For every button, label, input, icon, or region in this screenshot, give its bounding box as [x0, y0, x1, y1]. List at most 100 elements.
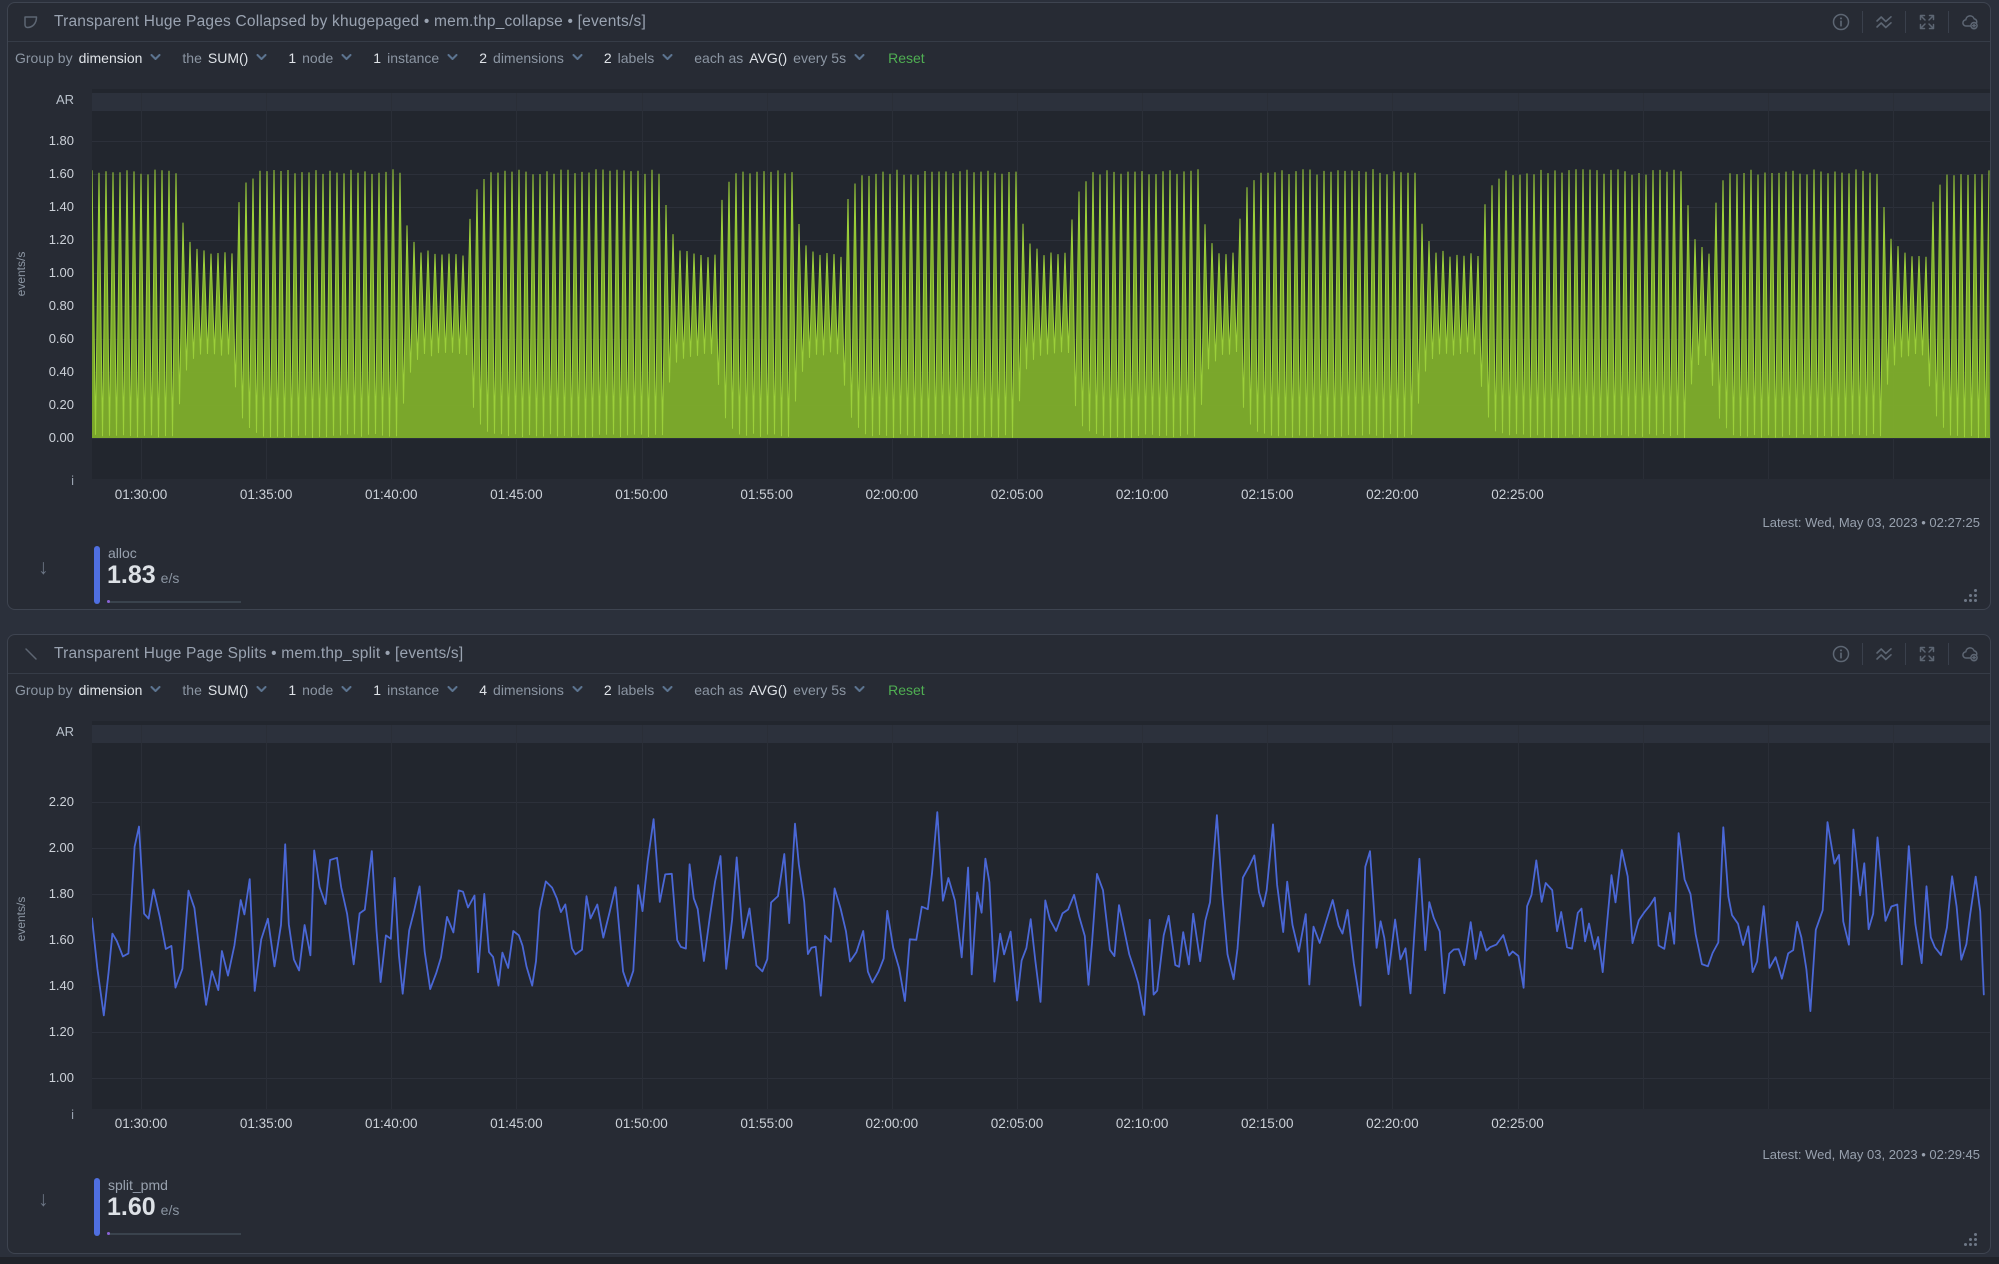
- dimension-color-bar: [94, 546, 100, 604]
- toolbar-dropdown-2-labels[interactable]: 2 labels: [604, 682, 673, 698]
- dropdown-suffix: dimensions: [493, 50, 564, 66]
- toolbar-dropdown-avg-every5s[interactable]: each asAVG()every 5s: [694, 50, 865, 66]
- dropdown-prefix: Group by: [15, 50, 73, 66]
- dimension-unit: e/s: [161, 570, 180, 586]
- toolbar-dropdown-avg-every5s[interactable]: each asAVG()every 5s: [694, 682, 865, 698]
- fullscreen-icon[interactable]: [1917, 644, 1937, 664]
- plot-area[interactable]: [92, 89, 1990, 479]
- toolbar-dropdown-1-instance[interactable]: 1instance: [373, 50, 458, 66]
- dropdown-value: 1: [373, 682, 381, 698]
- area-chart-icon[interactable]: [21, 12, 41, 32]
- dimension-name[interactable]: split_pmd: [108, 1177, 168, 1193]
- dropdown-suffix: labels: [618, 50, 655, 66]
- divider: [1905, 11, 1906, 33]
- toolbar-dropdown-1-node[interactable]: 1node: [288, 682, 352, 698]
- plot-area[interactable]: [92, 721, 1990, 1109]
- dropdown-value: AVG(): [749, 50, 787, 66]
- latest-timestamp: Latest: Wed, May 03, 2023 • 02:27:25: [1762, 515, 1980, 530]
- toolbar-dropdown-1-node[interactable]: 1node: [288, 50, 352, 66]
- divider: [1948, 11, 1949, 33]
- cloud-add-icon[interactable]: [1960, 12, 1980, 32]
- dropdown-value: 2: [604, 682, 612, 698]
- fullscreen-icon[interactable]: [1917, 12, 1937, 32]
- chart-actions: [1831, 3, 1980, 41]
- divider: [1948, 643, 1949, 665]
- chevron-down-icon: [150, 54, 161, 61]
- chart-title: Transparent Huge Pages Collapsed by khug…: [54, 13, 646, 31]
- x-tick-label: 01:35:00: [240, 487, 293, 502]
- chart-toolbar: Group bydimensiontheSUM()1node1instance4…: [8, 674, 1990, 705]
- x-tick-label: 02:10:00: [1116, 1116, 1169, 1131]
- chevron-down-icon: [662, 686, 673, 693]
- x-tick-label: 01:30:00: [115, 487, 168, 502]
- x-tick-label: 01:50:00: [615, 487, 668, 502]
- y-tick-label: 1.00: [8, 1070, 74, 1085]
- dropdown-value: 1: [288, 50, 296, 66]
- chart-title: Transparent Huge Page Splits • mem.thp_s…: [54, 645, 463, 663]
- info-icon[interactable]: [1831, 12, 1851, 32]
- line-chart-icon[interactable]: [21, 644, 41, 664]
- dimension-name[interactable]: alloc: [108, 545, 137, 561]
- toolbar-dropdown-dimension[interactable]: Group by dimension: [15, 50, 161, 66]
- x-tick-label: 01:50:00: [615, 1116, 668, 1131]
- chart-card-thp-split: Transparent Huge Page Splits • mem.thp_s…: [7, 634, 1991, 1254]
- info-ribbon-label: i: [8, 1107, 74, 1122]
- toolbar-dropdown-4-dimensions[interactable]: 4dimensions: [479, 682, 583, 698]
- dropdown-value: dimension: [79, 50, 143, 66]
- dropdown-suffix: instance: [387, 50, 439, 66]
- x-tick-label: 02:25:00: [1491, 487, 1544, 502]
- reset-button[interactable]: Reset: [888, 682, 925, 698]
- toolbar-dropdown-1-instance[interactable]: 1instance: [373, 682, 458, 698]
- x-tick-label: 01:55:00: [740, 1116, 793, 1131]
- legend-progress-track: [108, 1233, 241, 1235]
- cloud-add-icon[interactable]: [1960, 644, 1980, 664]
- chevron-down-icon: [662, 54, 673, 61]
- toolbar-dropdown-2-labels[interactable]: 2labels: [604, 50, 673, 66]
- x-tick-label: 02:15:00: [1241, 487, 1294, 502]
- dropdown-value: 4: [479, 682, 487, 698]
- y-axis-title: events/s: [14, 879, 28, 959]
- toolbar-dropdown-sum[interactable]: theSUM(): [182, 682, 267, 698]
- resize-grip[interactable]: [1963, 588, 1978, 603]
- chevron-down-icon: [572, 54, 583, 61]
- dropdown-suffix: node: [302, 682, 333, 698]
- chart-header: Transparent Huge Pages Collapsed by khug…: [8, 3, 1990, 42]
- chevron-down-icon: [150, 686, 161, 693]
- y-tick-label: 1.60: [8, 166, 74, 181]
- anomaly-dot: [107, 1232, 110, 1235]
- reset-button[interactable]: Reset: [888, 50, 925, 66]
- resize-grip[interactable]: [1963, 1232, 1978, 1247]
- toolbar-dropdown-2-dimensions[interactable]: 2dimensions: [479, 50, 583, 66]
- anomaly-ribbon: [92, 725, 1990, 743]
- dimension-color-bar: [94, 1178, 100, 1236]
- x-tick-label: 02:00:00: [866, 1116, 919, 1131]
- latest-timestamp: Latest: Wed, May 03, 2023 • 02:29:45: [1762, 1147, 1980, 1162]
- x-tick-label: 01:30:00: [115, 1116, 168, 1131]
- y-tick-label: 1.20: [8, 1024, 74, 1039]
- dropdown-prefix: Group by: [15, 682, 73, 698]
- waveform: [92, 111, 1990, 443]
- sort-arrow-icon[interactable]: ↓: [38, 1188, 49, 1212]
- dropdown-value: AVG(): [749, 682, 787, 698]
- toolbar-dropdown-sum[interactable]: theSUM(): [182, 50, 267, 66]
- chevron-down-icon: [256, 54, 267, 61]
- x-tick-label: 01:40:00: [365, 1116, 418, 1131]
- chevron-down-icon: [256, 686, 267, 693]
- sort-arrow-icon[interactable]: ↓: [38, 556, 49, 580]
- chart-card-thp-collapse: Transparent Huge Pages Collapsed by khug…: [7, 2, 1991, 610]
- anomaly-rate-label: AR: [8, 92, 74, 107]
- y-tick-label: 0.60: [8, 331, 74, 346]
- chevron-down-icon: [854, 54, 865, 61]
- dropdown-suffix: labels: [618, 682, 655, 698]
- info-icon[interactable]: [1831, 644, 1851, 664]
- toolbar-dropdown-dimension[interactable]: Group bydimension: [15, 682, 161, 698]
- chart-type-icon[interactable]: [1874, 644, 1894, 664]
- x-tick-label: 01:55:00: [740, 487, 793, 502]
- dimension-unit: e/s: [161, 1202, 180, 1218]
- dropdown-suffix: every 5s: [793, 50, 846, 66]
- chart-type-icon[interactable]: [1874, 12, 1894, 32]
- dropdown-suffix: every 5s: [793, 682, 846, 698]
- chevron-down-icon: [854, 686, 865, 693]
- y-tick-label: 2.00: [8, 840, 74, 855]
- y-tick-label: 1.80: [8, 133, 74, 148]
